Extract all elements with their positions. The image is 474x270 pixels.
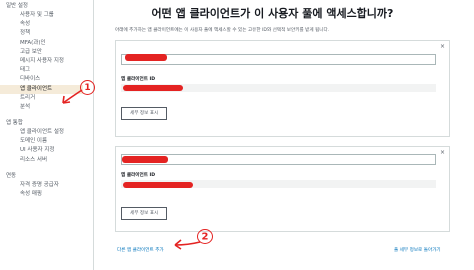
sidebar-item-tags[interactable]: 태그 xyxy=(0,66,93,75)
close-icon[interactable]: × xyxy=(440,149,445,156)
app-client-card: × 앱 클라이언트 ID 세부 정보 표시 xyxy=(115,146,450,232)
main-content: 어떤 앱 클라이언트가 이 사용자 풀에 액세스합니까? 아래에 추가하는 앱 … xyxy=(95,0,474,270)
annotation-arrow-1 xyxy=(62,89,83,104)
sidebar-item-identity-providers[interactable]: 자격 증명 공급자 xyxy=(0,181,93,190)
add-another-client-link[interactable]: 다른 앱 클라이언트 추가 xyxy=(117,247,164,253)
page-description: 아래에 추가하는 앱 클라이언트에는 이 사용자 풀에 액세스할 수 있는 고유… xyxy=(115,28,330,33)
sidebar-item-app-client-settings[interactable]: 앱 클라이언트 설정 xyxy=(0,128,93,137)
app-client-id-label: 앱 클라이언트 ID xyxy=(121,77,156,82)
show-details-button[interactable]: 세부 정보 표시 xyxy=(121,207,168,220)
app-client-name-field[interactable] xyxy=(121,54,436,65)
sidebar-item-policies[interactable]: 정책 xyxy=(0,29,93,38)
redacted-client-name xyxy=(122,156,168,163)
app-client-card: × 앱 클라이언트 ID 세부 정보 표시 xyxy=(115,40,450,137)
app-client-name-field[interactable] xyxy=(121,154,436,165)
redacted-client-id xyxy=(123,85,183,91)
annotation-mark-2: 2 xyxy=(197,229,213,244)
sidebar-nav: 일반 설정 사용자 및 그룹 속성 정책 MFA(과)인 고급 보안 메시지 사… xyxy=(0,0,94,270)
sidebar-item-users-groups[interactable]: 사용자 및 그룹 xyxy=(0,11,93,20)
back-to-pool-details-link[interactable]: 풀 세부 정보로 돌아가기 xyxy=(394,247,441,253)
sidebar-item-domain-name[interactable]: 도메인 이름 xyxy=(0,137,93,146)
sidebar-item-ui-customization[interactable]: UI 사용자 지정 xyxy=(0,146,93,155)
sidebar-item-attributes[interactable]: 속성 xyxy=(0,20,93,29)
sidebar-item-mfa[interactable]: MFA(과)인 xyxy=(0,39,93,48)
sidebar-item-advanced-security[interactable]: 고급 보안 xyxy=(0,48,93,57)
sidebar-item-message-customization[interactable]: 메시지 사용자 지정 xyxy=(0,57,93,66)
redacted-client-name xyxy=(125,54,167,61)
sidebar-group-federation: 연동 xyxy=(6,172,17,179)
close-icon[interactable]: × xyxy=(440,43,445,50)
sidebar-item-resource-servers[interactable]: 리소스 서버 xyxy=(0,156,93,165)
show-details-button[interactable]: 세부 정보 표시 xyxy=(121,107,168,120)
annotation-mark-2-label: 2 xyxy=(201,230,209,242)
redacted-client-id xyxy=(123,182,193,188)
page-title: 어떤 앱 클라이언트가 이 사용자 풀에 액세스합니까? xyxy=(151,7,394,20)
app-client-id-label: 앱 클라이언트 ID xyxy=(121,173,156,178)
sidebar-item-devices[interactable]: 디바이스 xyxy=(0,75,93,84)
sidebar-item-attribute-mapping[interactable]: 속성 매핑 xyxy=(0,190,93,199)
sidebar-group-general: 일반 설정 xyxy=(6,3,28,9)
sidebar-group-app-integration: 앱 통합 xyxy=(6,120,23,127)
